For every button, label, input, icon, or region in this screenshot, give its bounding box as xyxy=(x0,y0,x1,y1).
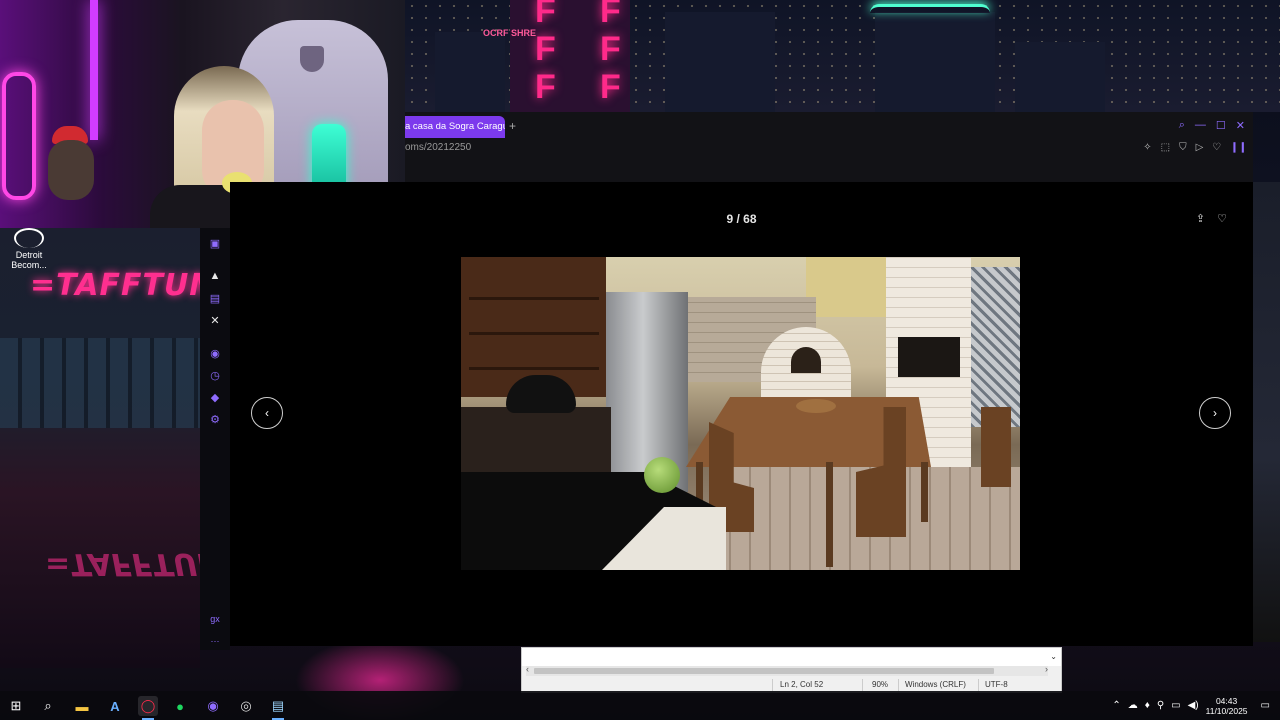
scrollbar-thumb[interactable] xyxy=(534,668,994,674)
aria-icon[interactable]: ▲ xyxy=(207,268,223,284)
twitch-icon[interactable]: ▤ xyxy=(207,290,223,306)
tower-letter: F xyxy=(535,68,556,106)
opera-gx-icon[interactable]: ◯ xyxy=(138,696,158,720)
cloud-icon[interactable]: ☁ xyxy=(1128,700,1138,711)
neon-arc xyxy=(870,4,990,13)
browser-sidebar: ▣ ▲ ▤ ✕ ◉ ◷ ◆ ⚙ gx ··· xyxy=(200,228,230,650)
network-icon[interactable]: ▭ xyxy=(1171,700,1180,711)
desktop-shortcut-label: Becom... xyxy=(11,260,47,270)
usb-icon[interactable]: ⚲ xyxy=(1157,700,1164,711)
address-bar[interactable]: oms/20212250 xyxy=(405,142,471,153)
store-front xyxy=(0,338,200,428)
app-alt-icon[interactable]: ◎ xyxy=(236,696,256,716)
chair-logo xyxy=(300,46,324,72)
wallpaper-city-left: =TAFFTUN =TAFFTUN xyxy=(0,228,200,668)
wallpaper-city-right xyxy=(1253,182,1280,642)
x-icon[interactable]: ✕ xyxy=(207,312,223,328)
neon-sign xyxy=(2,72,36,200)
player-icon[interactable]: ◉ xyxy=(207,345,223,361)
app-a-icon[interactable]: A xyxy=(105,696,125,716)
image-counter: 9 / 68 xyxy=(726,212,757,226)
chevron-up-icon[interactable]: ⌃ xyxy=(1112,700,1120,711)
store-sign-reflection: =TAFFTUN xyxy=(45,546,200,581)
spotify-icon[interactable]: ● xyxy=(170,696,190,716)
file-explorer-icon[interactable]: ▬ xyxy=(72,696,92,716)
tower-sign: OCRF SHRE xyxy=(483,28,537,38)
heart-icon[interactable]: ♡ xyxy=(1212,142,1221,153)
search-icon[interactable]: ⌕ xyxy=(1179,119,1185,132)
store-sign: =TAFFTUN xyxy=(30,268,200,303)
notepad-window: ⌄ ‹ › Ln 2, Col 52 90% Windows (CRLF) UT… xyxy=(521,647,1062,693)
shield-icon[interactable]: ⛉ xyxy=(1179,142,1187,153)
system-tray: ⌃ ☁ ♦ ⚲ ▭ ◀) 04:43 11/10/2025 ▭ xyxy=(1112,691,1280,720)
browser-window: a casa da Sogra Caragua + ⌕ — ☐ ✕ oms/20… xyxy=(405,112,1253,182)
scroll-right-icon[interactable]: › xyxy=(1045,664,1048,674)
browser-tab-active[interactable]: a casa da Sogra Caragua xyxy=(405,116,505,138)
notifications-icon[interactable]: ▭ xyxy=(1261,700,1270,711)
history-icon[interactable]: ◷ xyxy=(207,367,223,383)
neon-light xyxy=(90,0,98,140)
maximize-icon[interactable]: ☐ xyxy=(1216,119,1226,132)
favorite-icon[interactable]: ♡ xyxy=(1217,212,1227,225)
game-icon xyxy=(14,228,44,248)
tower-letter: F xyxy=(600,30,621,68)
image-viewer: 9 / 68 ⇪ ♡ ‹ › xyxy=(230,182,1253,646)
plush-toy xyxy=(48,140,94,200)
tower-letter: F xyxy=(600,68,621,106)
line-endings: Windows (CRLF) xyxy=(905,680,966,689)
zoom-level: 90% xyxy=(872,680,889,689)
volume-icon[interactable]: ◀) xyxy=(1188,700,1199,711)
sidebar-icon[interactable]: ❙❙ xyxy=(1230,142,1247,153)
clock[interactable]: 04:43 11/10/2025 xyxy=(1206,696,1248,716)
tower-letter: F xyxy=(600,0,621,30)
chat-icon[interactable]: ◆ xyxy=(207,389,223,405)
windows-start-icon[interactable]: ⊞ xyxy=(6,696,26,716)
next-image-button[interactable]: › xyxy=(1199,397,1231,429)
gx-label[interactable]: gx xyxy=(200,614,230,624)
encoding: UTF-8 xyxy=(985,680,1008,689)
clock-date: 11/10/2025 xyxy=(1205,705,1248,716)
search-icon[interactable]: ⌕ xyxy=(38,696,58,716)
kitchen-photo xyxy=(461,257,1020,570)
cursor-position: Ln 2, Col 52 xyxy=(780,680,824,689)
screenshot-icon[interactable]: ⬚ xyxy=(1161,142,1170,153)
bookmark-icon[interactable]: ✧ xyxy=(1143,142,1151,153)
previous-image-button[interactable]: ‹ xyxy=(251,397,283,429)
desktop-shortcut-detroit[interactable]: Detroit Becom... xyxy=(4,228,54,270)
settings-icon[interactable]: ⚙ xyxy=(207,411,223,427)
horizontal-scrollbar[interactable]: ‹ › xyxy=(526,664,1048,676)
tower-letter: F xyxy=(535,30,556,68)
share-icon[interactable]: ⇪ xyxy=(1196,212,1205,225)
microphone-icon[interactable]: ♦ xyxy=(1145,700,1150,711)
clock-time: 04:43 xyxy=(1215,695,1238,706)
tower-letter: F xyxy=(535,0,556,30)
scroll-left-icon[interactable]: ‹ xyxy=(526,664,529,674)
new-tab-button[interactable]: + xyxy=(509,119,516,133)
chrome-profile-icon[interactable]: ◉ xyxy=(203,696,223,716)
wallpaper-city-top: F F F F F F OCRF SHRE xyxy=(405,0,1280,112)
more-icon[interactable]: ··· xyxy=(200,636,230,646)
messenger-icon[interactable]: ▣ xyxy=(207,235,223,251)
play-icon[interactable]: ▷ xyxy=(1196,142,1204,153)
desktop-shortcut-label: Detroit xyxy=(15,250,43,260)
close-icon[interactable]: ✕ xyxy=(1236,119,1245,132)
taskbar: ⊞ ⌕ ▬ A ◯ ● ◉ ◎ ▤ ⌃ ☁ ♦ ⚲ ▭ ◀) 04:43 11/… xyxy=(0,691,1280,720)
chevron-down-icon[interactable]: ⌄ xyxy=(1050,652,1057,661)
minimize-icon[interactable]: — xyxy=(1195,119,1206,132)
editor-text-area[interactable] xyxy=(522,648,1061,666)
notepad-icon[interactable]: ▤ xyxy=(268,696,288,720)
